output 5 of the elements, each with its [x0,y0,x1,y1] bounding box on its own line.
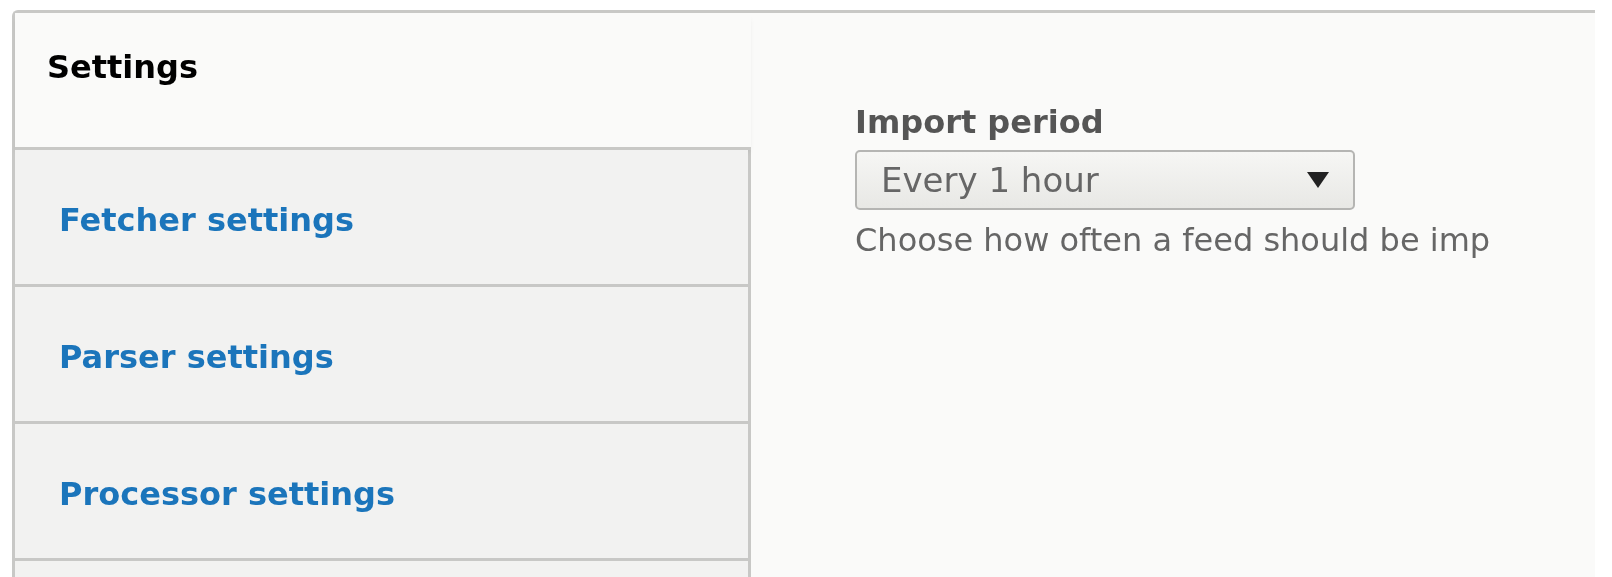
caret-icon [1307,172,1329,188]
import-period-dropdown[interactable]: Every 1 hour [855,150,1355,210]
field-description: Choose how often a feed should be imp [855,220,1491,261]
vertical-tab[interactable]: Settings [15,13,751,150]
field-label: Import period [855,102,1105,143]
